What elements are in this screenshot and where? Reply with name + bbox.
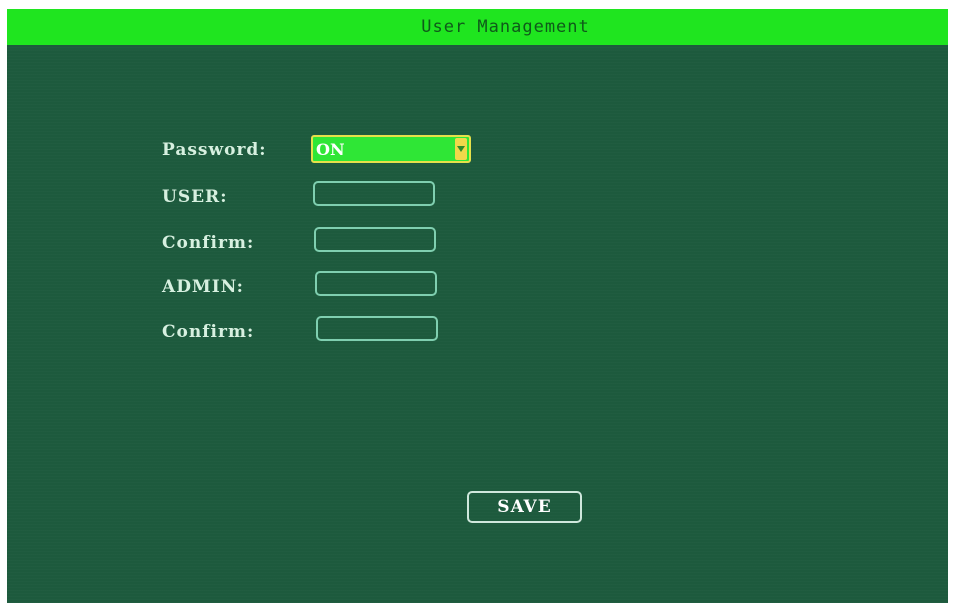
admin-label: ADMIN: [162,277,244,297]
user-password-field[interactable] [313,181,435,206]
user-confirm-label: Confirm: [162,233,255,253]
admin-password-field[interactable] [315,271,437,296]
save-button[interactable]: SAVE [467,491,582,523]
save-button-label: SAVE [497,497,552,517]
password-select[interactable]: ON [311,135,471,163]
user-management-screen: User Management Password: ON USER: Confi… [7,9,948,603]
page-title: User Management [421,17,590,37]
password-select-value: ON [316,139,345,159]
user-label: USER: [162,187,228,207]
title-bar: User Management [7,9,948,45]
password-label: Password: [162,140,267,160]
admin-confirm-label: Confirm: [162,322,255,342]
user-confirm-field[interactable] [314,227,436,252]
chevron-down-icon[interactable] [455,138,467,160]
admin-confirm-field[interactable] [316,316,438,341]
